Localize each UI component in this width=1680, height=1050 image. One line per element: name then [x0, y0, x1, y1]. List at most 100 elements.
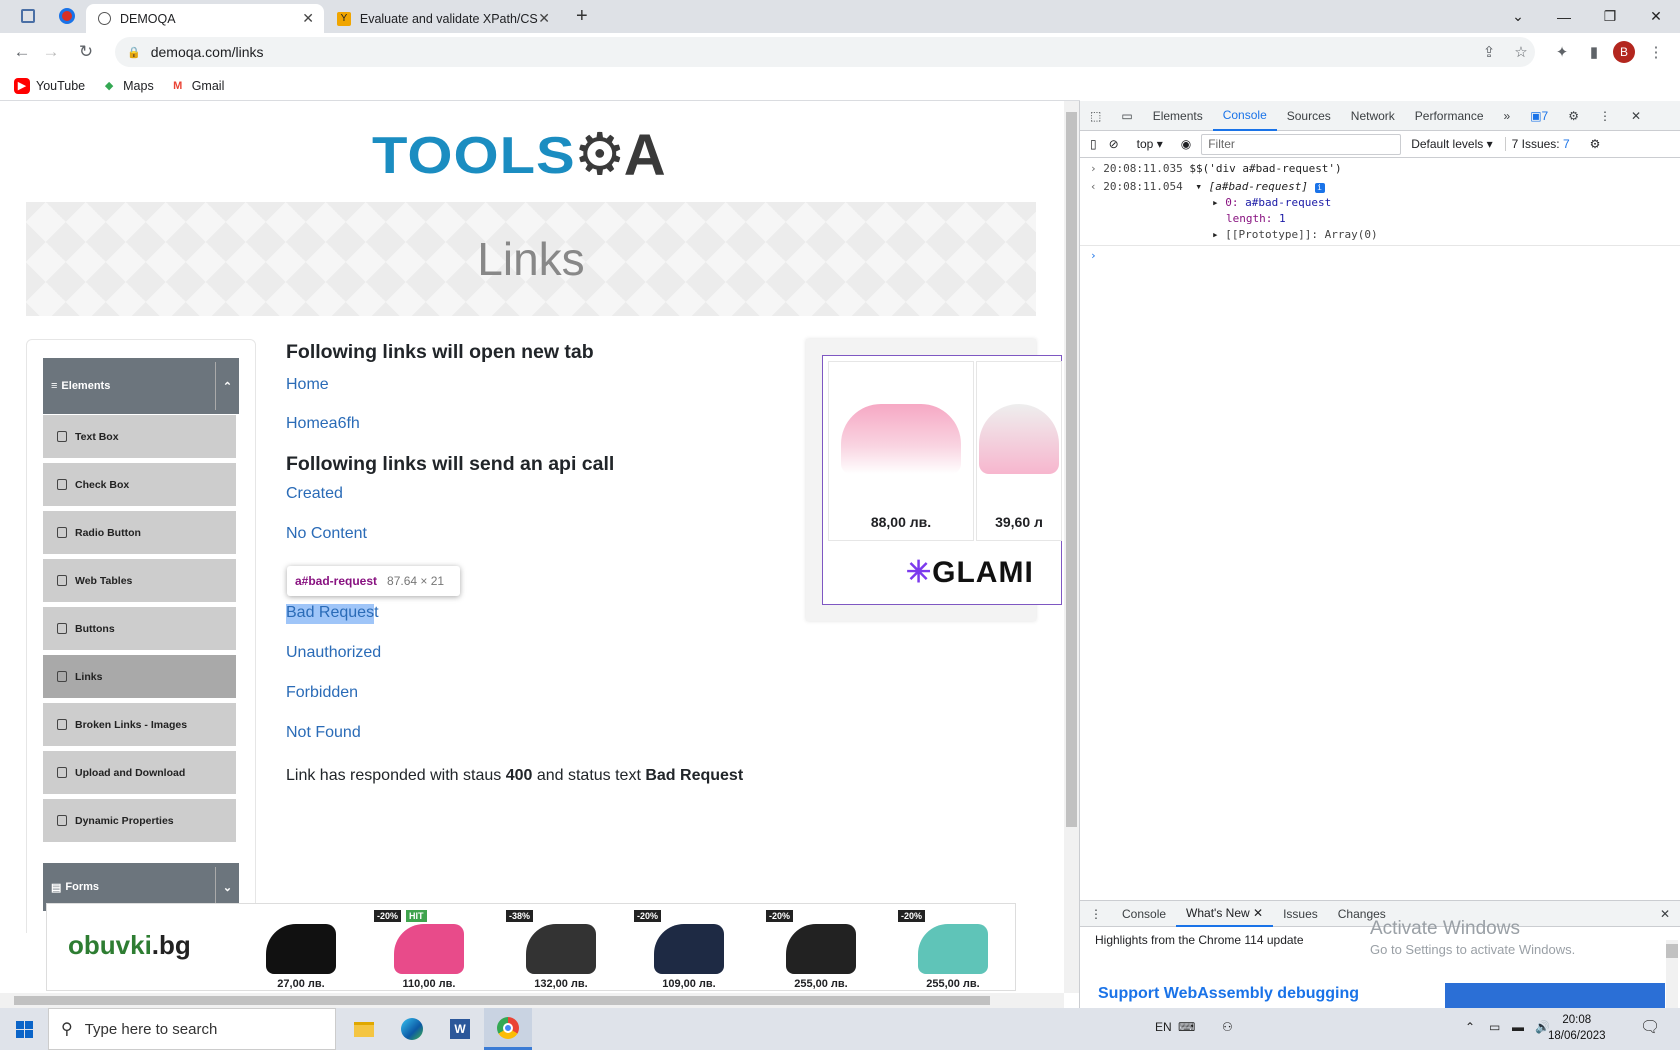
pinned-tab-2[interactable] — [56, 6, 78, 26]
tab-search-icon[interactable]: ⌄ — [1495, 0, 1541, 33]
link-bad-request[interactable]: Bad Request — [286, 604, 379, 622]
scrollbar-thumb[interactable] — [1666, 944, 1678, 958]
side-panel-icon[interactable]: ▮ — [1583, 41, 1605, 63]
network-icon[interactable]: ▬ — [1512, 1020, 1524, 1034]
chrome-icon[interactable] — [484, 1008, 532, 1050]
address-bar[interactable]: 🔒 demoqa.com/links — [115, 37, 1535, 67]
tab-demoqa[interactable]: DEMOQA ✕ — [86, 4, 324, 33]
profile-avatar[interactable]: B — [1613, 41, 1635, 63]
notifications-icon[interactable]: 🗨 — [1640, 1017, 1660, 1037]
sidebar-item[interactable]: Check Box — [43, 463, 236, 508]
share-icon[interactable]: ⇪ — [1478, 41, 1500, 63]
settings-gear-icon[interactable]: ⚙ — [1558, 101, 1589, 131]
console-prompt[interactable]: › — [1090, 249, 1097, 262]
messages-badge[interactable]: ▣ 7 — [1520, 101, 1558, 131]
sidebar-toggle-icon[interactable]: ▯ — [1090, 137, 1097, 151]
sidebar-item[interactable]: Links — [43, 655, 236, 700]
array-entry-0[interactable]: ▸ 0: a#bad-request — [1212, 196, 1331, 209]
console-output-line[interactable]: ‹ 20:08:11.054 ▾ [a#bad-request] i — [1090, 180, 1325, 193]
devtools-menu-icon[interactable]: ⋮ — [1589, 101, 1621, 131]
devtools-tab-performance[interactable]: Performance — [1405, 101, 1494, 131]
keyboard-icon[interactable]: ⌨ — [1178, 1020, 1195, 1034]
drawer-tab-console[interactable]: Console — [1112, 901, 1176, 927]
console-filter-input[interactable]: Filter — [1201, 133, 1402, 155]
sidebar-item[interactable]: Text Box — [43, 415, 236, 460]
obuvki-logo[interactable]: obuvki.bg — [68, 930, 191, 961]
whats-new-item[interactable]: Support WebAssembly debugging — [1098, 985, 1359, 1003]
forward-icon[interactable]: → — [40, 41, 62, 63]
scrollbar-thumb[interactable] — [1066, 112, 1077, 827]
devtools-tab-sources[interactable]: Sources — [1277, 101, 1341, 131]
system-clock[interactable]: 20:08 18/06/2023 — [1548, 1012, 1606, 1044]
file-explorer-icon[interactable] — [340, 1008, 388, 1050]
sidebar-item[interactable]: Dynamic Properties — [43, 799, 236, 844]
devtools-tab-console[interactable]: Console — [1212, 101, 1277, 131]
bookmark-youtube[interactable]: ▶ YouTube — [14, 77, 85, 94]
sidebar-item[interactable]: Buttons — [43, 607, 236, 652]
word-icon[interactable]: W — [436, 1008, 484, 1050]
bookmark-star-icon[interactable]: ☆ — [1510, 41, 1532, 63]
live-expression-eye-icon[interactable]: ◉ — [1181, 137, 1191, 151]
sidebar-item[interactable]: Web Tables — [43, 559, 236, 604]
link-home[interactable]: Home — [286, 376, 329, 394]
restore-button[interactable]: ❐ — [1587, 0, 1633, 33]
taskbar-search-box[interactable]: ⚲ Type here to search — [48, 1008, 336, 1050]
link-dynamic-home[interactable]: Homea6fh — [286, 415, 360, 433]
link-not-found[interactable]: Not Found — [286, 724, 361, 742]
ad-product[interactable]: -20% 109,00 лв. — [634, 908, 744, 990]
edge-icon[interactable] — [388, 1008, 436, 1050]
scrollbar-thumb[interactable] — [14, 996, 990, 1005]
sidebar-item[interactable]: Broken Links - Images — [43, 703, 236, 748]
console-settings-icon[interactable]: ⚙ — [1590, 137, 1601, 151]
extensions-icon[interactable]: ✦ — [1551, 41, 1573, 63]
link-created[interactable]: Created — [286, 485, 343, 503]
drawer-scrollbar[interactable] — [1666, 940, 1678, 1008]
show-hidden-icons-icon[interactable]: ⌃ — [1465, 1020, 1475, 1034]
close-window-button[interactable]: ✕ — [1633, 0, 1679, 33]
close-drawer-icon[interactable]: ✕ — [1650, 901, 1680, 927]
meet-now-icon[interactable]: ▭ — [1489, 1020, 1500, 1034]
devtools-tab-network[interactable]: Network — [1341, 101, 1405, 131]
new-tab-button[interactable]: + — [576, 5, 588, 28]
ad-product[interactable]: -20% 255,00 лв. — [898, 908, 1008, 990]
close-icon[interactable]: ✕ — [1253, 906, 1263, 920]
reload-icon[interactable]: ↻ — [75, 41, 97, 63]
close-devtools-icon[interactable]: ✕ — [1621, 101, 1651, 131]
more-tabs-icon[interactable]: » — [1494, 101, 1521, 131]
devtools-tab-elements[interactable]: Elements — [1143, 101, 1213, 131]
people-icon[interactable]: ⚇ — [1222, 1020, 1233, 1034]
minimize-button[interactable]: — — [1541, 0, 1587, 33]
group-elements-header[interactable]: ≡ Elements ⌃ — [43, 358, 239, 414]
ad-product[interactable]: -20% 255,00 лв. — [766, 908, 876, 990]
bookmark-gmail[interactable]: M Gmail — [170, 78, 224, 94]
ad-product-1[interactable]: 88,00 лв. — [828, 361, 974, 541]
ad-product-2[interactable]: 39,60 л — [976, 361, 1062, 541]
link-no-content[interactable]: No Content — [286, 525, 367, 543]
tab-xpath[interactable]: Y Evaluate and validate XPath/CSS ✕ — [326, 4, 560, 33]
language-indicator[interactable]: EN — [1155, 1020, 1172, 1034]
bookmark-maps[interactable]: ◆ Maps — [101, 78, 154, 94]
array-prototype[interactable]: ▸ [[Prototype]]: Array(0) — [1212, 228, 1378, 241]
drawer-tab-whats-new[interactable]: What's New ✕ — [1176, 901, 1274, 927]
pinned-tab-1[interactable] — [17, 6, 39, 26]
drawer-tab-issues[interactable]: Issues — [1273, 901, 1328, 927]
glami-logo[interactable]: ✳GLAMI — [906, 555, 1034, 590]
windows-start-icon[interactable] — [0, 1008, 48, 1050]
close-tab-icon[interactable]: ✕ — [538, 10, 550, 27]
sidebar-item[interactable]: Radio Button — [43, 511, 236, 556]
ad-product[interactable]: -38% 132,00 лв. — [506, 908, 616, 990]
close-tab-icon[interactable]: ✕ — [302, 10, 314, 27]
ad-product[interactable]: -20% HIT 110,00 лв. — [374, 908, 484, 990]
back-icon[interactable]: ← — [11, 41, 33, 63]
device-toolbar-icon[interactable]: ▭ — [1111, 101, 1142, 131]
drawer-menu-icon[interactable]: ⋮ — [1080, 901, 1112, 927]
menu-kebab-icon[interactable]: ⋮ — [1645, 41, 1667, 63]
issues-button[interactable]: 7 Issues: 7 — [1504, 137, 1570, 151]
inspect-element-icon[interactable]: ⬚ — [1080, 101, 1111, 131]
link-forbidden[interactable]: Forbidden — [286, 684, 358, 702]
toolsqa-logo[interactable]: TOOLS ⚙ A — [372, 119, 666, 191]
sidebar-item[interactable]: Upload and Download — [43, 751, 236, 796]
link-unauthorized[interactable]: Unauthorized — [286, 644, 381, 662]
context-select[interactable]: top ▾ — [1137, 137, 1163, 151]
log-levels-select[interactable]: Default levels ▾ — [1411, 137, 1492, 151]
